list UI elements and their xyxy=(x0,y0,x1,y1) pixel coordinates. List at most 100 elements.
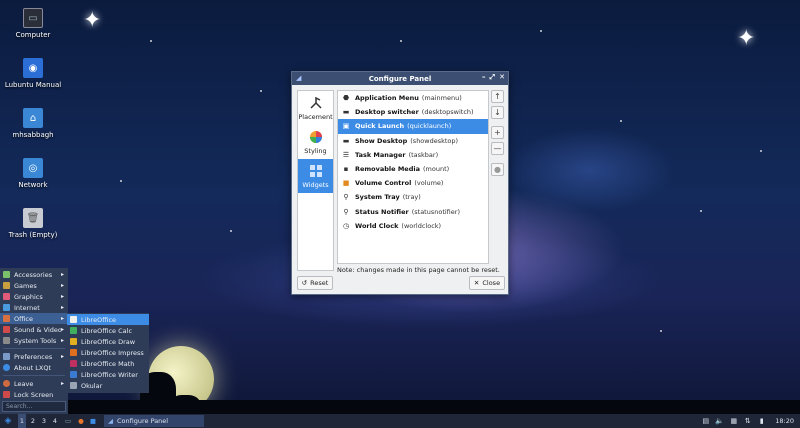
move-down-button[interactable]: ↓ xyxy=(491,106,504,119)
star xyxy=(150,40,152,42)
widget-id: (taskbar) xyxy=(408,150,439,159)
move-up-button[interactable]: ↑ xyxy=(491,90,504,103)
show-desktop-button[interactable]: ▭ xyxy=(63,414,73,428)
widget-row-statusnotifier[interactable]: ⚲ Status Notifier (statusnotifier) xyxy=(338,205,488,219)
battery-icon[interactable]: ▮ xyxy=(757,417,766,426)
widget-name: Removable Media xyxy=(355,165,420,174)
submenu-item-label: LibreOffice Writer xyxy=(81,370,138,379)
desktop-icon-home[interactable]: ⌂ mhsabbagh xyxy=(1,108,65,139)
widget-row-desktopswitch[interactable]: ▬ Desktop switcher (desktopswitch) xyxy=(338,105,488,119)
network-icon[interactable]: ⇅ xyxy=(743,417,752,426)
submenu-item-label: Okular xyxy=(81,381,103,390)
menu-item-sound-video[interactable]: Sound & Video ▸ xyxy=(0,324,68,335)
close-icon: ✕ xyxy=(473,279,480,287)
menu-item-lock-screen[interactable]: Lock Screen xyxy=(0,389,68,400)
dialog-titlebar[interactable]: ◢ Configure Panel – ⤢ ✕ xyxy=(292,72,508,85)
accessories-icon xyxy=(3,271,10,278)
volume-icon[interactable]: 🔈 xyxy=(715,417,724,426)
star xyxy=(760,150,762,152)
chevron-right-icon: ▸ xyxy=(60,304,64,311)
submenu-item-calc[interactable]: LibreOffice Calc xyxy=(67,325,149,336)
desktop-2-button[interactable]: 2 xyxy=(29,414,37,428)
widget-id: (mount) xyxy=(422,165,450,174)
menu-item-leave[interactable]: Leave ▸ xyxy=(0,378,68,389)
widget-row-mainmenu[interactable]: ⬣ Application Menu (mainmenu) xyxy=(338,91,488,105)
desktop-icon-computer[interactable]: ▭ Computer xyxy=(1,8,65,39)
category-placement[interactable]: Placement xyxy=(298,91,333,125)
submenu-item-label: LibreOffice Calc xyxy=(81,326,133,335)
category-widgets[interactable]: Widgets xyxy=(298,159,333,193)
trash-icon: 🗑 xyxy=(23,208,43,228)
widget-id: (quicklaunch) xyxy=(407,122,452,131)
submenu-item-label: LibreOffice Math xyxy=(81,359,135,368)
widget-row-mount[interactable]: ▪ Removable Media (mount) xyxy=(338,162,488,176)
menu-item-internet[interactable]: Internet ▸ xyxy=(0,302,68,313)
menu-item-games[interactable]: Games ▸ xyxy=(0,280,68,291)
files-launcher[interactable]: ■ xyxy=(88,414,98,428)
volume-icon: ■ xyxy=(342,179,350,188)
system-tray: ▤ 🔈 ▦ ⇅ ▮ 18:20 xyxy=(701,417,800,426)
desktop-icon-label: Lubuntu Manual xyxy=(4,81,62,89)
submenu-item-okular[interactable]: Okular xyxy=(67,380,149,391)
widget-row-showdesktop[interactable]: ▬ Show Desktop (showdesktop) xyxy=(338,134,488,148)
menu-search-input[interactable]: Search... xyxy=(2,401,66,412)
submenu-item-impress[interactable]: LibreOffice Impress xyxy=(67,347,149,358)
close-icon[interactable]: ✕ xyxy=(499,73,505,82)
configure-widget-button[interactable]: ● xyxy=(491,163,504,176)
desktop-switch-icon: ▬ xyxy=(342,108,350,117)
desktop-3-button[interactable]: 3 xyxy=(40,414,48,428)
submenu-item-draw[interactable]: LibreOffice Draw xyxy=(67,336,149,347)
taskbar-icon: ☰ xyxy=(342,150,350,159)
star xyxy=(700,210,702,212)
remove-widget-button[interactable]: — xyxy=(491,142,504,155)
menu-item-graphics[interactable]: Graphics ▸ xyxy=(0,291,68,302)
desktop-icon-lubuntu-manual[interactable]: ◉ Lubuntu Manual xyxy=(1,58,65,89)
firefox-launcher[interactable]: ● xyxy=(76,414,86,428)
games-icon xyxy=(3,282,10,289)
minimize-icon[interactable]: – xyxy=(482,73,486,82)
category-styling[interactable]: Styling xyxy=(298,125,333,159)
start-menu-button[interactable]: ◈ xyxy=(2,414,14,428)
menu-item-office[interactable]: Office ▸ xyxy=(0,313,68,324)
submenu-item-libreoffice[interactable]: LibreOffice xyxy=(67,314,149,325)
widgets-icon xyxy=(309,164,323,178)
chevron-right-icon: ▸ xyxy=(60,282,64,289)
internet-icon xyxy=(3,304,10,311)
menu-item-label: Graphics xyxy=(14,292,43,301)
widget-row-volume[interactable]: ■ Volume Control (volume) xyxy=(338,176,488,190)
clock-icon: ◷ xyxy=(342,221,350,230)
menu-item-system-tools[interactable]: System Tools ▸ xyxy=(0,335,68,346)
chevron-right-icon: ▸ xyxy=(60,293,64,300)
close-button[interactable]: ✕ Close xyxy=(469,276,505,290)
desktop-1-button[interactable]: 1 xyxy=(18,414,26,428)
menu-item-preferences[interactable]: Preferences ▸ xyxy=(0,351,68,362)
add-widget-button[interactable]: + xyxy=(491,126,504,139)
widget-row-quicklaunch[interactable]: ▣ Quick Launch (quicklaunch) xyxy=(338,119,488,134)
menu-item-accessories[interactable]: Accessories ▸ xyxy=(0,269,68,280)
menu-item-label: Office xyxy=(14,314,33,323)
menu-item-about-lxqt[interactable]: About LXQt xyxy=(0,362,68,373)
reset-button[interactable]: ↺ Reset xyxy=(297,276,333,290)
placement-icon xyxy=(309,96,323,110)
removable-media-icon[interactable]: ▤ xyxy=(701,417,710,426)
menu-item-label: Preferences xyxy=(14,352,53,361)
desktop-4-button[interactable]: 4 xyxy=(51,414,59,428)
category-label: Styling xyxy=(304,146,327,155)
widget-row-worldclock[interactable]: ◷ World Clock (worldclock) xyxy=(338,219,488,233)
widget-row-tray[interactable]: ⚲ System Tray (tray) xyxy=(338,190,488,204)
submenu-item-math[interactable]: LibreOffice Math xyxy=(67,358,149,369)
widget-row-taskbar[interactable]: ☰ Task Manager (taskbar) xyxy=(338,148,488,162)
menu-item-label: Leave xyxy=(14,379,34,388)
desktop-icon-network[interactable]: ◎ Network xyxy=(1,158,65,189)
submenu-item-writer[interactable]: LibreOffice Writer xyxy=(67,369,149,380)
category-sidebar: Placement Styling Widgets xyxy=(297,90,334,271)
notifier-icon[interactable]: ▦ xyxy=(729,417,738,426)
menu-item-label: Sound & Video xyxy=(14,325,62,334)
reset-note: Note: changes made in this page cannot b… xyxy=(337,266,500,274)
clock[interactable]: 18:20 xyxy=(775,417,794,425)
task-configure-panel[interactable]: ◢ Configure Panel xyxy=(104,415,204,427)
menu-item-label: Games xyxy=(14,281,37,290)
desktop-icon-trash[interactable]: 🗑 Trash (Empty) xyxy=(1,208,65,239)
configure-panel-icon: ◢ xyxy=(108,417,113,425)
maximize-icon[interactable]: ⤢ xyxy=(490,73,496,82)
